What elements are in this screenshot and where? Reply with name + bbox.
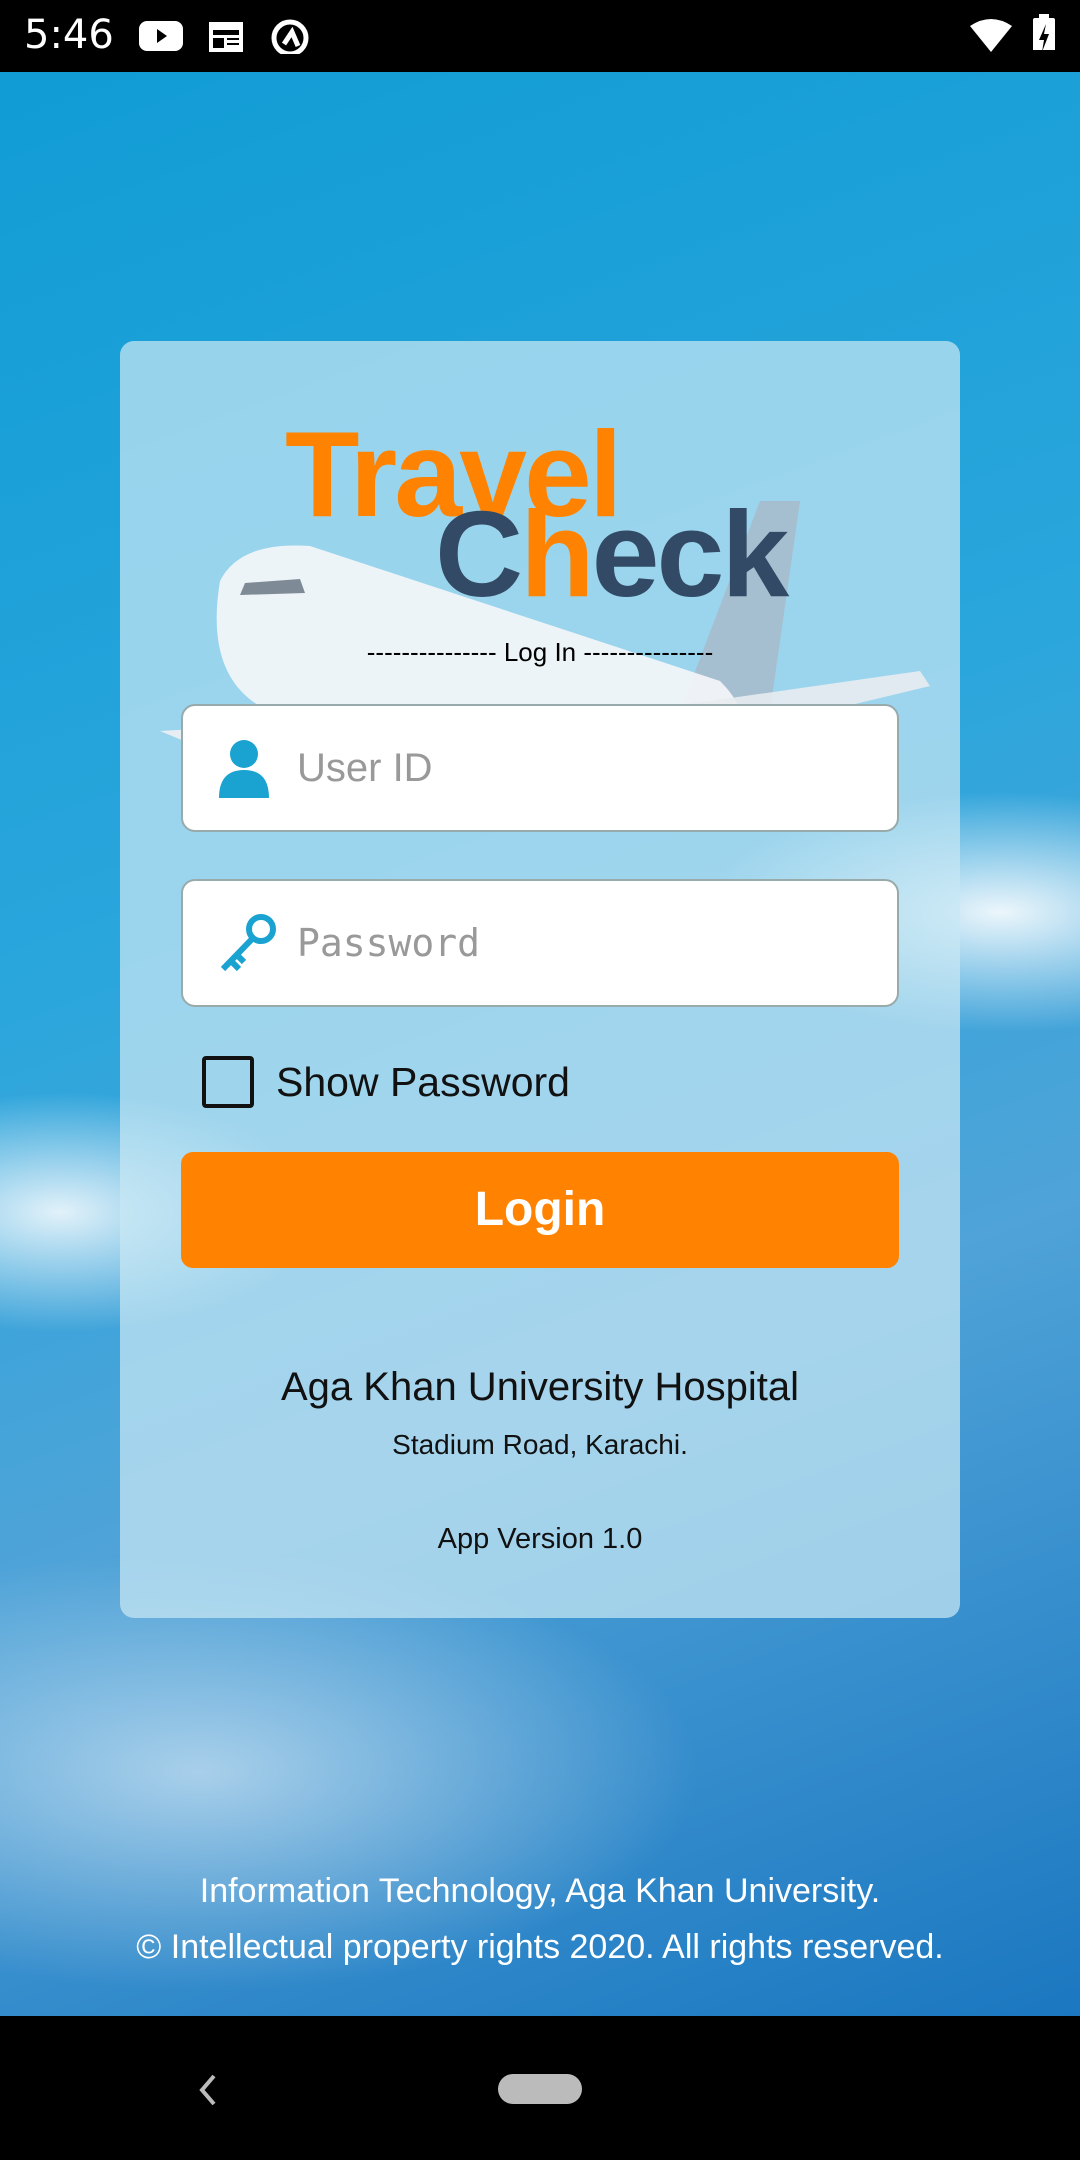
login-button[interactable]: Login: [181, 1152, 899, 1268]
navigation-bar: [0, 2016, 1080, 2160]
user-id-input[interactable]: User ID: [181, 704, 899, 832]
user-id-placeholder: User ID: [297, 746, 433, 790]
organization-address: Stadium Road, Karachi.: [392, 1429, 688, 1460]
show-password-checkbox[interactable]: [202, 1056, 254, 1108]
news-icon: [209, 22, 243, 52]
back-icon[interactable]: [196, 2072, 220, 2108]
key-icon: [220, 914, 276, 972]
home-pill[interactable]: [498, 2074, 582, 2104]
sky-background: Travel Check --------------- Log In ----…: [0, 72, 1080, 2016]
login-heading: --------------- Log In ---------------: [366, 637, 714, 667]
q-icon: [271, 19, 309, 54]
login-card: Travel Check --------------- Log In ----…: [120, 341, 960, 1618]
organization-name: Aga Khan University Hospital: [280, 1365, 800, 1409]
status-bar: 5:46: [0, 0, 1080, 72]
app-version: App Version 1.0: [437, 1523, 643, 1555]
battery-charging-icon: [1033, 14, 1055, 50]
youtube-icon: [139, 21, 183, 51]
password-input[interactable]: Password: [181, 879, 899, 1007]
wifi-icon: [970, 19, 1012, 52]
footer-line-2: © Intellectual property rights 2020. All…: [136, 1928, 944, 1966]
show-password-label[interactable]: Show Password: [276, 1059, 570, 1106]
footer-line-1: Information Technology, Aga Khan Univers…: [199, 1872, 881, 1910]
user-icon: [219, 740, 269, 798]
clock: 5:46: [24, 12, 114, 58]
password-placeholder: Password: [297, 921, 481, 965]
